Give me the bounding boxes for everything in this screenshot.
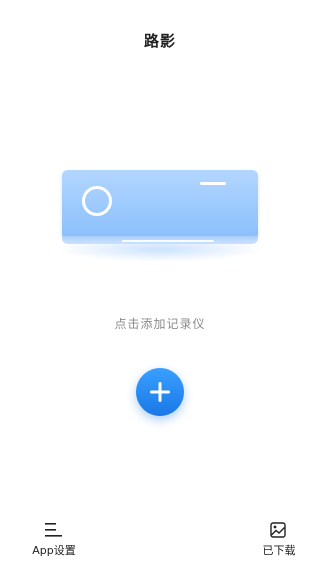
header: 路影 [0, 0, 320, 80]
empty-state-hint: 点击添加记录仪 [114, 317, 206, 331]
bottom-tab-bar: App设置 已下载 [0, 508, 320, 568]
tab-app-settings[interactable]: App设置 [14, 514, 94, 558]
tab-label-downloaded: 已下载 [262, 544, 296, 557]
tab-label-app-settings: App设置 [32, 544, 76, 557]
plus-icon [150, 382, 170, 402]
device-illustration [50, 158, 270, 268]
device-knob-icon [82, 186, 112, 216]
app-screen: 路影 点击添加记录仪 App设置 已下载 [0, 0, 320, 568]
device-indicator [200, 182, 226, 185]
add-device-button[interactable] [136, 368, 184, 416]
page-title: 路影 [143, 32, 176, 50]
menu-lines-icon [45, 523, 62, 537]
tab-downloaded[interactable]: 已下载 [236, 514, 316, 558]
image-download-icon [270, 522, 286, 538]
device-vent [122, 240, 214, 242]
